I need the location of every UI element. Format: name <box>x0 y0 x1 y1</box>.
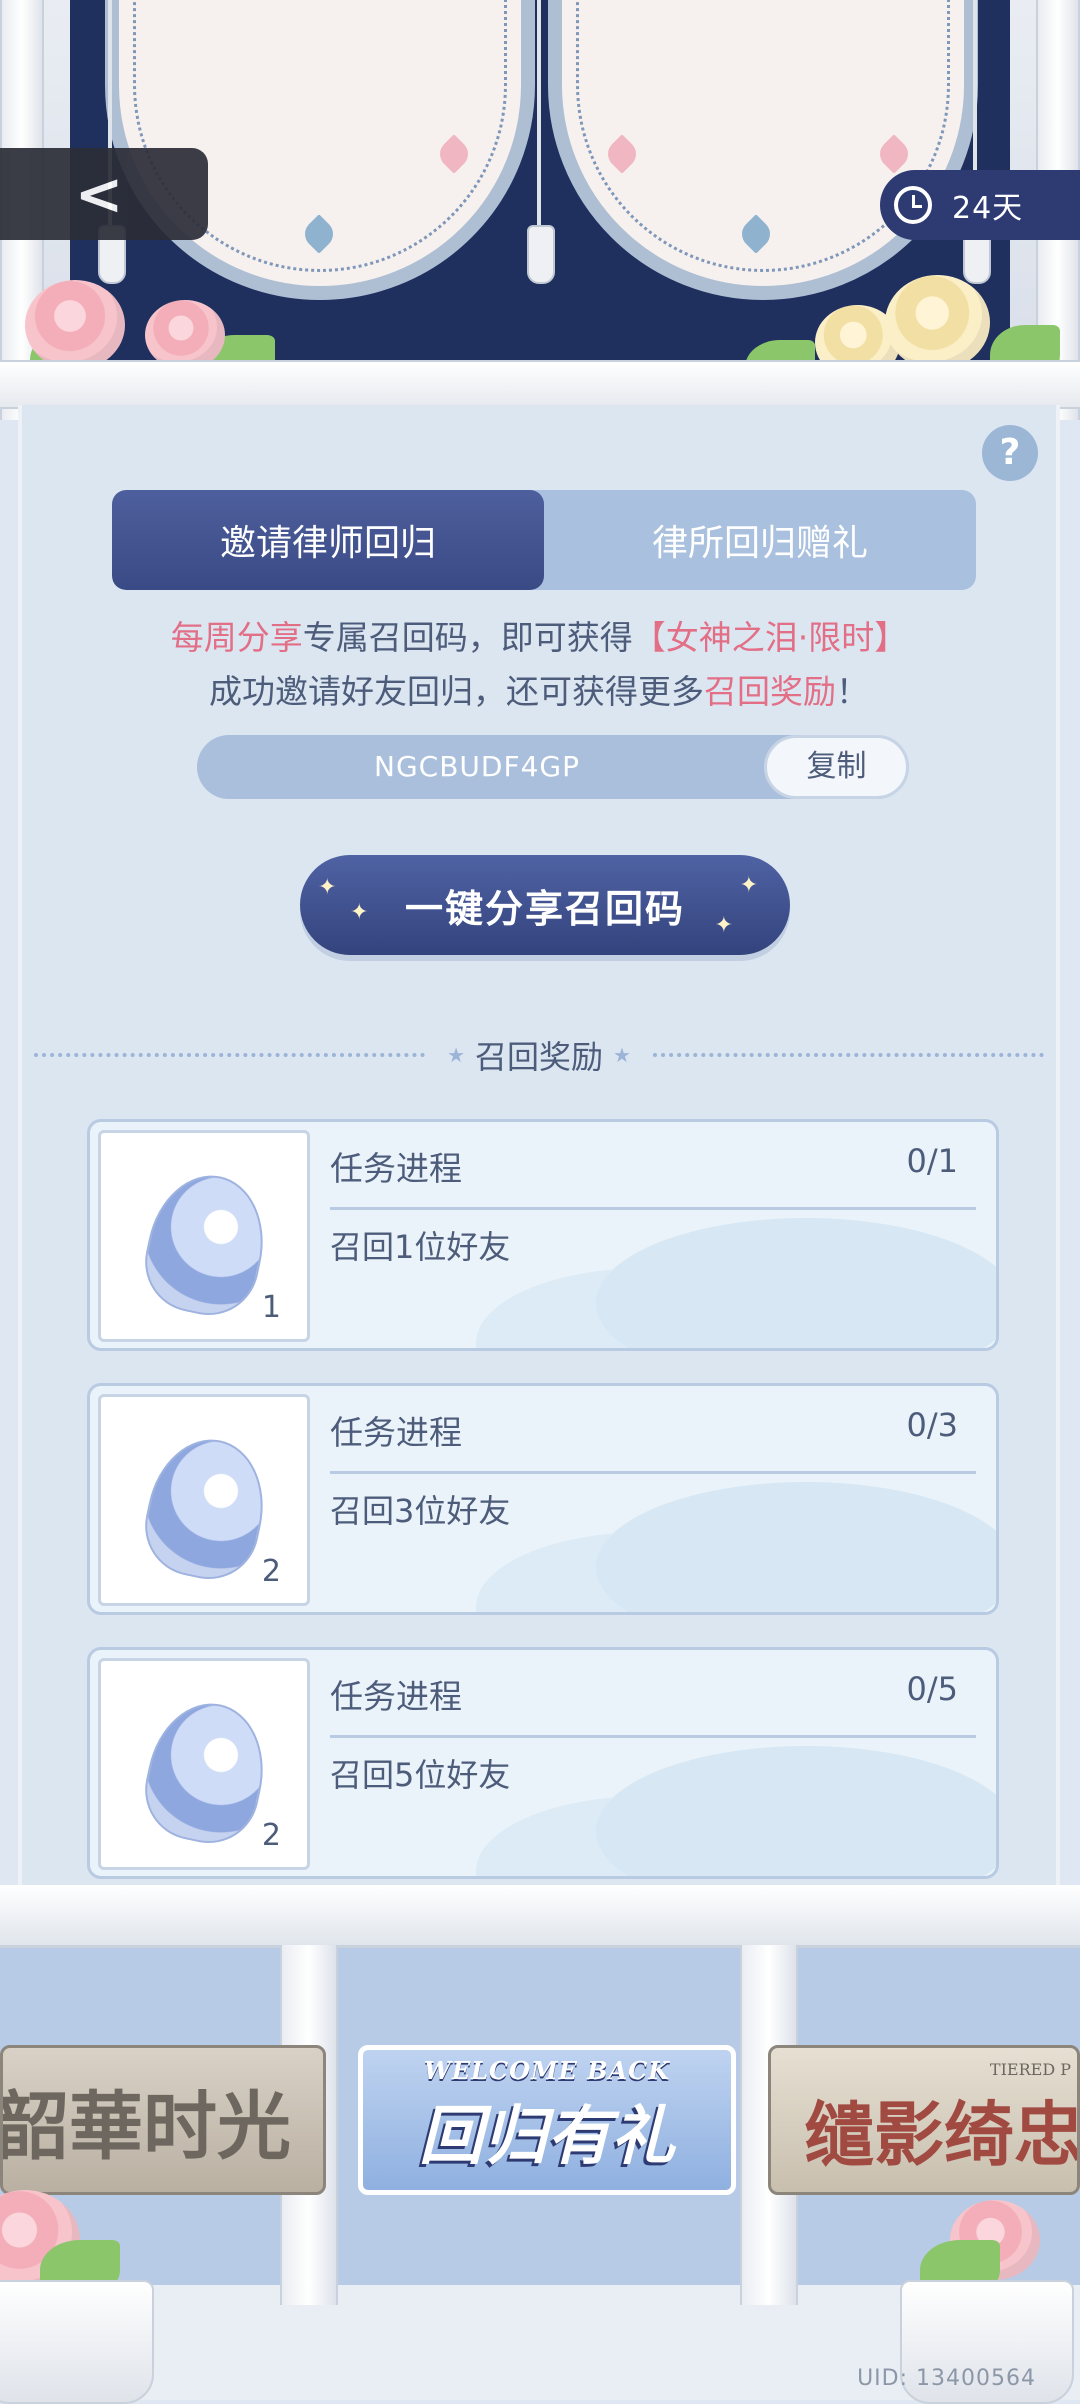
sparkle-icon: ✦ <box>350 900 371 925</box>
window-ledge <box>0 360 1080 409</box>
msg-highlight: 【女神之泪·限时】 <box>632 618 908 657</box>
task-title: 任务进程 <box>330 1413 462 1452</box>
event-timer: 24天 <box>880 170 1080 240</box>
task-title: 任务进程 <box>330 1677 462 1716</box>
msg-highlight: 每周分享 <box>170 618 303 657</box>
curtain-tassel <box>95 0 126 285</box>
task-progress: 0/1 <box>906 1142 959 1180</box>
event-banner-right[interactable]: TIERED P 缱影绮忠 <box>768 2045 1080 2195</box>
bottom-ledge <box>0 1885 1080 1948</box>
tab-invite-lawyer[interactable]: 邀请律师回归 <box>112 490 544 590</box>
task-card: 2 任务进程 0/3 召回3位好友 <box>87 1383 999 1615</box>
recall-code: NGCBUDF4GP <box>374 750 580 783</box>
curtain-tassel <box>524 0 555 285</box>
share-recall-code-button[interactable]: ✦ ✦ ✦ ✦ 一键分享召回码 <box>300 855 790 955</box>
task-progress: 0/3 <box>906 1406 959 1444</box>
task-progress: 0/5 <box>906 1670 959 1708</box>
event-banner-left[interactable]: 韶華时光 <box>0 2045 326 2195</box>
banner-title: 回归有礼 <box>419 2099 675 2174</box>
reward-item[interactable]: 2 <box>98 1658 310 1870</box>
sparkle-icon: ✦ <box>739 873 760 898</box>
copy-button[interactable]: 复制 <box>764 735 909 799</box>
item-count: 2 <box>261 1554 281 1589</box>
msg-text: 成功邀请好友回归，还可获得更多 <box>209 672 704 711</box>
cream-rose <box>885 275 990 370</box>
curtain-tassel <box>960 0 991 285</box>
star-icon: ★ <box>447 1043 465 1067</box>
star-icon: ★ <box>613 1043 631 1067</box>
tear-gem-icon <box>135 1428 277 1589</box>
tab-firm-return-gift[interactable]: 律所回归赠礼 <box>544 490 976 590</box>
msg-highlight: 召回奖励 <box>704 672 836 711</box>
divider <box>330 1735 976 1738</box>
pink-rose <box>25 280 125 370</box>
tab-label: 律所回归赠礼 <box>651 523 868 564</box>
dotted-line <box>652 1053 1045 1057</box>
share-button-label: 一键分享召回码 <box>404 886 685 931</box>
reward-message-line2: 成功邀请好友回归，还可获得更多召回奖励！ <box>22 665 1056 713</box>
sparkle-icon: ✦ <box>318 875 339 900</box>
reward-item[interactable]: 2 <box>98 1394 310 1606</box>
item-count: 2 <box>261 1818 281 1853</box>
task-description: 召回5位好友 <box>330 1756 511 1794</box>
chevron-left-icon: < <box>74 160 124 228</box>
dotted-line <box>34 1053 426 1057</box>
reward-item[interactable]: 1 <box>98 1130 310 1342</box>
banner-title: 韶華时光 <box>0 2083 291 2170</box>
task-description: 召回1位好友 <box>330 1228 511 1266</box>
task-card: 2 任务进程 0/5 召回5位好友 <box>87 1647 999 1879</box>
task-description: 召回3位好友 <box>330 1492 511 1530</box>
msg-text: 专属召回码，即可获得 <box>302 618 633 657</box>
divider <box>330 1207 976 1210</box>
item-count: 1 <box>261 1290 281 1325</box>
tear-gem-icon <box>135 1692 277 1853</box>
tear-gem-icon <box>135 1164 277 1325</box>
recall-code-bar: NGCBUDF4GP 复制 <box>197 735 909 799</box>
help-button[interactable]: ? <box>982 425 1038 481</box>
flower-pot <box>0 2280 154 2404</box>
sparkle-icon: ✦ <box>714 913 735 938</box>
rewards-title: 召回奖励 <box>475 1038 604 1076</box>
back-button[interactable]: < <box>0 148 208 240</box>
clock-icon <box>894 186 932 224</box>
tab-bar: 邀请律师回归 律所回归赠礼 <box>112 490 976 590</box>
banner-subtitle: TIERED P <box>989 2060 1071 2079</box>
task-title: 任务进程 <box>330 1149 462 1188</box>
task-card: 1 任务进程 0/1 召回1位好友 <box>87 1119 999 1351</box>
reward-message-line1: 每周分享专属召回码，即可获得【女神之泪·限时】 <box>22 611 1056 659</box>
rewards-divider: ★ 召回奖励 ★ <box>22 1035 1056 1076</box>
banner-title: 缱影绮忠 <box>804 2093 1080 2176</box>
event-banner-welcome-back[interactable]: WELCOME BACK 回归有礼 <box>358 2045 736 2195</box>
divider <box>330 1471 976 1474</box>
banner-subtitle: WELCOME BACK <box>423 2055 671 2085</box>
msg-text: ！ <box>836 672 869 711</box>
tab-label: 邀请律师回归 <box>219 523 436 564</box>
timer-text: 24天 <box>952 191 1024 226</box>
main-panel: ? 邀请律师回归 律所回归赠礼 每周分享专属召回码，即可获得【女神之泪·限时】 … <box>18 405 1060 1885</box>
uid-label: UID: 13400564 <box>857 2366 1036 2391</box>
